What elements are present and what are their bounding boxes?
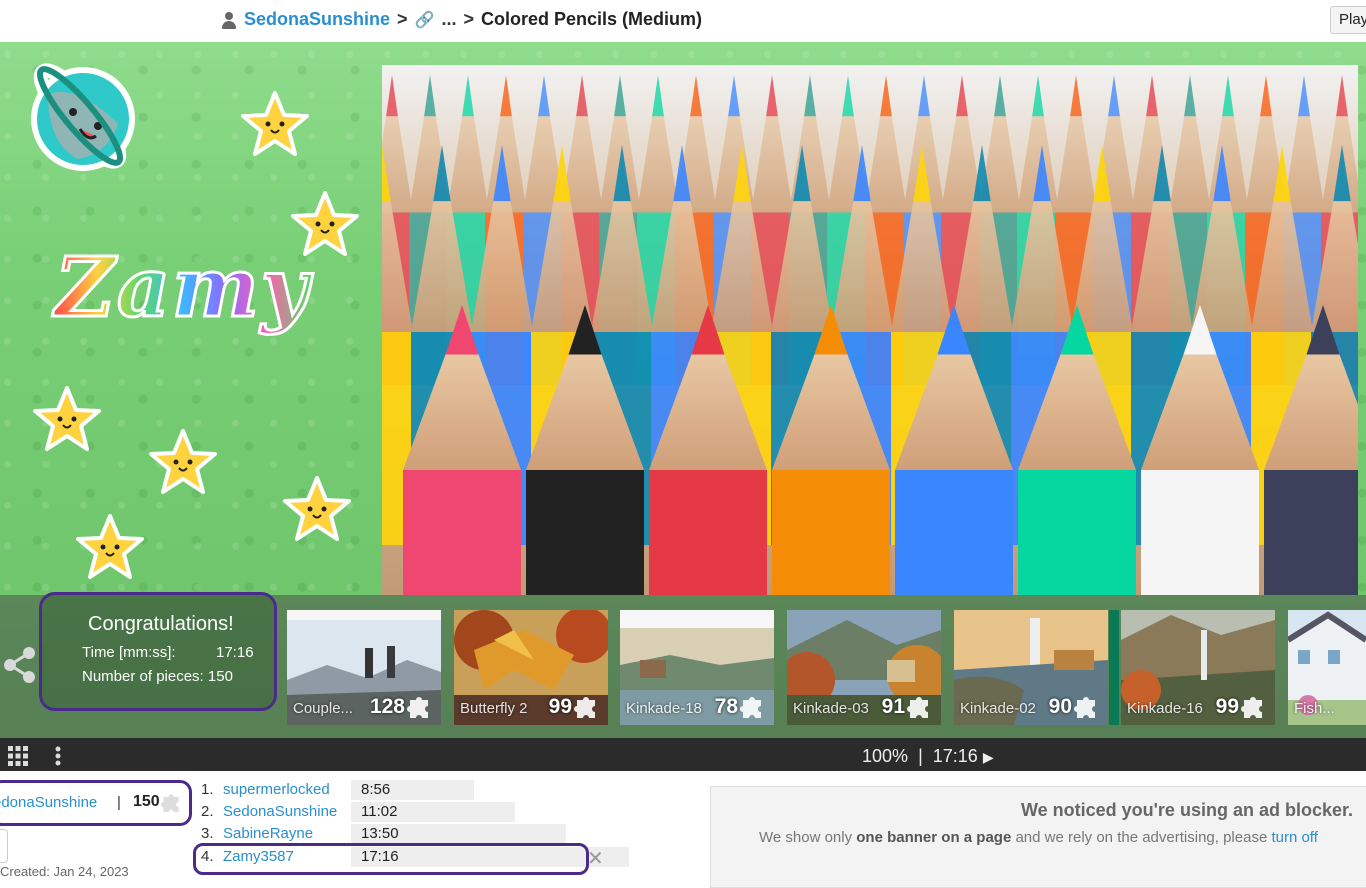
star-icon <box>33 386 101 451</box>
thumbnail-piece-count: 91 <box>881 695 905 718</box>
thumbnail-caption: Kinkade-03 <box>793 700 869 717</box>
thumbnail-caption: Kinkade-16 <box>1127 700 1203 717</box>
thumbnail-divider <box>1109 610 1119 725</box>
score-divider: | <box>117 794 121 811</box>
page-title: Colored Pencils (Medium) <box>481 9 703 29</box>
leaderboard-time: 11:02 <box>351 802 515 822</box>
breadcrumb-separator: > <box>397 9 408 29</box>
side-button[interactable] <box>0 829 8 863</box>
puzzle-image[interactable] <box>382 65 1358 595</box>
star-icon <box>241 91 309 156</box>
share-icon[interactable] <box>2 645 38 685</box>
zoom-level[interactable]: 100% <box>862 746 908 766</box>
leaderboard-rank: 3. <box>201 825 214 842</box>
puzzle-piece-icon <box>740 697 761 718</box>
leaderboard-player-link[interactable]: SedonaSunshine <box>223 803 337 820</box>
adblock-text: We show only one banner on a page and we… <box>759 829 1318 846</box>
leaderboard-time: 8:56 <box>351 780 474 800</box>
thumbnail-puzzle[interactable]: Fish... <box>1288 610 1366 725</box>
leaderboard-player-link[interactable]: supermerlocked <box>223 781 330 798</box>
toolbar-divider: | <box>918 746 923 766</box>
more-options-icon[interactable] <box>55 746 61 766</box>
thumbnail-puzzle[interactable]: Kinkade-02 90 <box>954 610 1108 725</box>
thumbnail-puzzle[interactable]: Kinkade-03 91 <box>787 610 941 725</box>
leaderboard-rank: 1. <box>201 781 214 798</box>
thumbnail-piece-count: 128 <box>369 695 405 718</box>
puzzle-piece-icon <box>161 794 179 813</box>
thumbnail-piece-count: 78 <box>714 695 738 718</box>
congratulations-panel: Congratulations! Time [mm:ss]: 17:16 Num… <box>39 592 277 711</box>
thumbnail-caption: Butterfly 2 <box>460 700 528 717</box>
thumbnail-caption: Kinkade-02 <box>960 700 1036 717</box>
thumbnail-puzzle[interactable]: Kinkade-16 99 <box>1121 610 1275 725</box>
my-piece-count: 150 <box>133 793 160 810</box>
puzzle-piece-icon <box>907 697 928 718</box>
time-value: 17:16 <box>216 644 254 661</box>
planet-logo-icon <box>31 63 135 171</box>
created-date: Created: Jan 24, 2023 <box>0 864 129 879</box>
leaderboard-player-link[interactable]: SabineRayne <box>223 825 313 842</box>
user-icon <box>221 11 237 29</box>
play-button[interactable]: Play <box>1330 6 1366 34</box>
play-icon[interactable]: ▶ <box>983 749 994 765</box>
leaderboard-time: 13:50 <box>351 824 566 844</box>
close-icon[interactable]: ✕ <box>587 846 604 871</box>
zamy-brand-logo: Zamy <box>53 239 311 338</box>
leaderboard-rank: 2. <box>201 803 214 820</box>
thumbnail-caption: Kinkade-18 <box>626 700 702 717</box>
adblock-heading: We noticed you're using an ad blocker. <box>1020 800 1353 820</box>
thumbnail-puzzle[interactable]: Butterfly 2 99 <box>454 610 608 725</box>
breadcrumb-separator: > <box>463 9 474 29</box>
timer: 17:16 <box>932 746 978 766</box>
star-icon <box>283 476 351 541</box>
thumbnail-puzzle[interactable]: Kinkade-18 78 <box>620 610 774 725</box>
breadcrumb-ellipsis[interactable]: ... <box>441 9 456 30</box>
pieces-count: Number of pieces: 150 <box>82 668 233 685</box>
thumbnail-caption: Couple... <box>293 700 354 717</box>
top-bar: SedonaSunshine > 🔗 ... > Colored Pencils… <box>0 0 1366 43</box>
thumbnail-piece-count: 90 <box>1048 695 1072 718</box>
star-icon <box>76 514 144 579</box>
breadcrumb-user-link[interactable]: SedonaSunshine <box>244 9 390 30</box>
congratulations-heading: Congratulations! <box>88 613 234 635</box>
leaderboard-current-highlight <box>193 843 589 875</box>
breadcrumb: SedonaSunshine > 🔗 ... > Colored Pencils… <box>221 9 702 30</box>
puzzle-piece-icon <box>407 697 428 718</box>
thumbnail-piece-count: 99 <box>548 695 572 718</box>
thumbnail-piece-count: 99 <box>1215 695 1239 718</box>
zoom-and-timer: 100% | 17:16 ▶ <box>862 746 994 767</box>
my-score-box: edonaSunshine | 150 <box>0 780 192 826</box>
puzzle-piece-icon <box>1074 697 1095 718</box>
grid-menu-icon[interactable] <box>8 746 28 766</box>
star-icon <box>149 429 217 494</box>
my-username-link[interactable]: edonaSunshine <box>0 794 97 811</box>
puzzle-piece-icon <box>574 697 595 718</box>
puzzle-piece-icon <box>1241 697 1262 718</box>
bottom-toolbar: 100% | 17:16 ▶ <box>0 738 1366 771</box>
link-icon[interactable]: 🔗 <box>415 10 435 30</box>
time-label: Time [mm:ss]: <box>82 644 176 661</box>
thumbnail-puzzle[interactable]: Couple... 128 <box>287 610 441 725</box>
star-icon <box>291 191 359 256</box>
thumbnail-caption: Fish... <box>1294 700 1335 717</box>
turn-off-link[interactable]: turn off <box>1271 829 1317 846</box>
